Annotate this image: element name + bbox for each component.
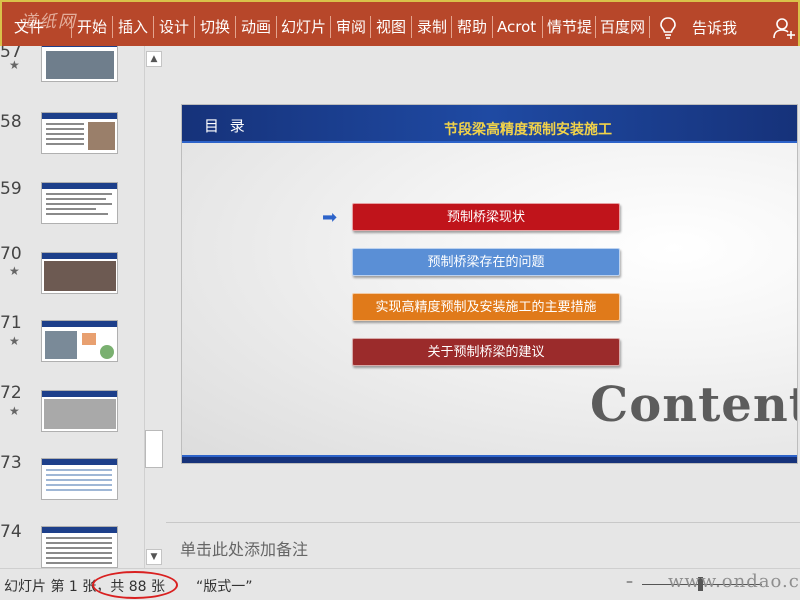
tab-transitions[interactable]: 切换 (200, 17, 230, 37)
scroll-up-icon[interactable]: ▲ (146, 51, 162, 67)
scroll-down-icon[interactable]: ▼ (146, 549, 162, 565)
slide-section-title: 目 录 (204, 117, 248, 135)
toc-item-suggestions[interactable]: 关于预制桥梁的建议 (352, 338, 620, 366)
highlight-circle (92, 571, 178, 599)
status-bar: 幻灯片 第 1 张，共 88 张 “版式一” – www.ondao.com (0, 568, 800, 600)
tab-record[interactable]: 录制 (417, 17, 447, 37)
tab-separator (194, 16, 195, 38)
tab-separator (542, 16, 543, 38)
tab-baidu-netdisk[interactable]: 百度网 (600, 17, 645, 37)
site-watermark: www.ondao.com (668, 571, 800, 592)
toc-item-problems[interactable]: 预制桥梁存在的问题 (352, 248, 620, 276)
tab-separator (411, 16, 412, 38)
thumbnail-number: 74 (0, 522, 22, 542)
notes-pane[interactable]: 单击此处添加备注 (166, 522, 800, 568)
tab-review[interactable]: 审阅 (336, 17, 366, 37)
thumbnail-image[interactable] (41, 320, 118, 362)
tab-separator (235, 16, 236, 38)
layout-name: “版式一” (196, 579, 253, 595)
lightbulb-icon[interactable] (658, 16, 678, 40)
contents-heading: Contents (590, 377, 797, 433)
tab-home[interactable]: 开始 (77, 17, 107, 37)
thumbnail-number: 73 (0, 453, 22, 473)
tab-file[interactable]: 文件 (14, 17, 44, 37)
tab-separator (330, 16, 331, 38)
tab-separator (451, 16, 452, 38)
thumbnail-image[interactable] (41, 252, 118, 294)
tab-acrobat[interactable]: Acrot (497, 17, 536, 37)
thumbnail-number: 71 (0, 313, 22, 333)
tab-separator (649, 16, 650, 38)
tab-separator (71, 16, 72, 38)
tab-help[interactable]: 帮助 (457, 17, 487, 37)
tab-view[interactable]: 视图 (376, 17, 406, 37)
thumbnail-image[interactable] (41, 182, 118, 224)
tab-slideshow[interactable]: 幻灯片 (281, 17, 326, 37)
slide-editor: 目 录 节段梁高精度预制安装施工 ➡ 预制桥梁现状 预制桥梁存在的问题 实现高精… (166, 46, 800, 522)
arrow-right-icon: ➡ (322, 207, 338, 228)
tab-separator (153, 16, 154, 38)
tab-separator (595, 16, 596, 38)
animation-star-icon: ★ (9, 404, 20, 418)
tab-animations[interactable]: 动画 (241, 17, 271, 37)
thumbnail-image[interactable] (41, 46, 118, 82)
toc-item-measures[interactable]: 实现高精度预制及安装施工的主要措施 (352, 293, 620, 321)
thumbnail-number: 72 (0, 383, 22, 403)
zoom-out-button[interactable]: – (626, 574, 633, 590)
toc-item-status[interactable]: 预制桥梁现状 (352, 203, 620, 231)
scrollbar-thumb[interactable] (145, 430, 163, 468)
share-user-icon[interactable] (772, 16, 796, 40)
tab-storyboard[interactable]: 情节提 (547, 17, 592, 37)
slide-thumbnail-pane: 57 ★ 58 59 70 ★ 71 ★ 72 ★ 73 74 (0, 46, 144, 568)
animation-star-icon: ★ (9, 334, 20, 348)
thumbnail-image[interactable] (41, 390, 118, 432)
thumbnail-image[interactable] (41, 112, 118, 154)
thumbnail-number: 70 (0, 244, 22, 264)
tab-separator (276, 16, 277, 38)
thumbnail-image[interactable] (41, 458, 118, 500)
slide-footer-band (182, 455, 797, 463)
slide-subtitle: 节段梁高精度预制安装施工 (444, 122, 612, 138)
tell-me-search[interactable]: 告诉我 (692, 17, 737, 38)
tab-separator (370, 16, 371, 38)
tab-separator (492, 16, 493, 38)
animation-star-icon: ★ (9, 264, 20, 278)
tab-design[interactable]: 设计 (159, 17, 189, 37)
tab-separator (112, 16, 113, 38)
slide-canvas[interactable]: 目 录 节段梁高精度预制安装施工 ➡ 预制桥梁现状 预制桥梁存在的问题 实现高精… (181, 104, 798, 464)
animation-star-icon: ★ (9, 58, 20, 72)
tab-insert[interactable]: 插入 (118, 17, 148, 37)
ribbon: 道纸网 文件 开始 插入 设计 切换 动画 幻灯片 审阅 视图 录制 帮助 Ac… (0, 0, 800, 46)
notes-placeholder[interactable]: 单击此处添加备注 (180, 536, 308, 560)
thumbnail-scrollbar[interactable]: ▲ ▼ (144, 46, 163, 568)
thumbnail-number: 59 (0, 179, 22, 199)
thumbnail-number: 58 (0, 112, 22, 132)
thumbnail-image[interactable] (41, 526, 118, 568)
